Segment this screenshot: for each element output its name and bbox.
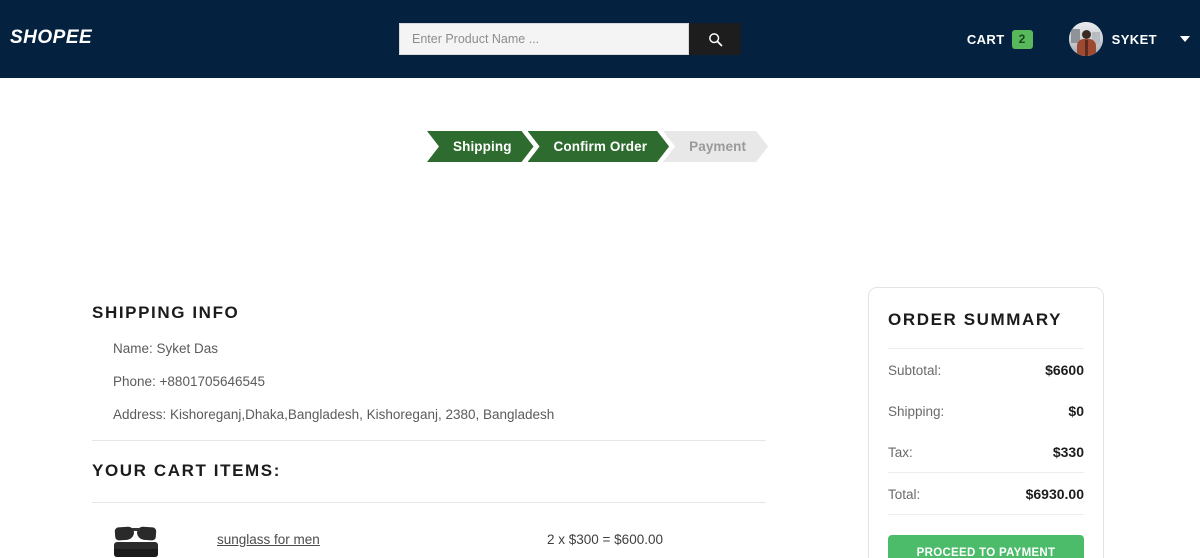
summary-value: $6600 (1045, 362, 1084, 378)
search-button[interactable] (689, 23, 741, 55)
summary-total-value: $6930.00 (1025, 486, 1084, 502)
summary-row-subtotal: Subtotal: $6600 (888, 349, 1084, 390)
shipping-info-title: SHIPPING INFO (92, 303, 240, 322)
order-summary-title: ORDER SUMMARY (888, 310, 1063, 329)
cart-item-price: 2 x $300 = $600.00 (547, 531, 663, 547)
cart-item-name[interactable]: sunglass for men (217, 532, 547, 547)
step-shipping-label: Shipping (453, 139, 512, 154)
cart-count-badge: 2 (1011, 29, 1033, 49)
summary-label: Shipping: (888, 404, 945, 419)
avatar (1068, 22, 1103, 56)
search-icon (708, 32, 723, 47)
shipping-name: Name: Syket Das (113, 341, 219, 356)
cart-items-title-wrap: YOUR CART ITEMS: (92, 461, 766, 481)
divider (92, 440, 766, 441)
summary-total-label: Total: (888, 487, 921, 502)
summary-row-tax: Tax: $330 (888, 431, 1084, 472)
header-right-group: CART 2 SYKET (967, 0, 1190, 78)
shipping-address: Address: Kishoreganj,Dhaka,Bangladesh, K… (113, 407, 555, 422)
summary-label: Tax: (888, 445, 913, 460)
step-shipping[interactable]: Shipping (427, 131, 534, 162)
summary-value: $0 (1068, 403, 1084, 419)
sunglasses-thumbnail (104, 516, 168, 558)
step-confirm-order[interactable]: Confirm Order (528, 131, 670, 162)
checkout-steps: Shipping Confirm Order Payment (427, 131, 762, 162)
site-logo[interactable]: SHOPEE (10, 27, 92, 49)
summary-value: $330 (1052, 444, 1084, 460)
chevron-down-icon[interactable] (1180, 36, 1190, 42)
search-input[interactable] (399, 23, 689, 55)
search-bar (399, 23, 741, 55)
proceed-to-payment-button[interactable]: PROCEED TO PAYMENT (888, 535, 1084, 558)
site-header: SHOPEE CART 2 SYKET (0, 0, 1200, 78)
summary-label: Subtotal: (888, 363, 942, 378)
shipping-phone: Phone: +8801705646545 (113, 374, 266, 389)
summary-row-total: Total: $6930.00 (888, 473, 1084, 514)
summary-row-shipping: Shipping: $0 (888, 390, 1084, 431)
cart-label: CART (966, 31, 1005, 47)
user-name: SYKET (1111, 31, 1157, 47)
step-confirm-order-label: Confirm Order (553, 139, 648, 154)
checkout-left-column: SHIPPING INFO Name: Syket Das Phone: +88… (92, 303, 766, 558)
step-payment-label: Payment (689, 139, 747, 154)
shipping-info-list: Name: Syket Das Phone: +8801705646545 Ad… (92, 341, 766, 422)
order-summary-card: ORDER SUMMARY Subtotal: $6600 Shipping: … (868, 287, 1104, 558)
table-row: sunglass for men 2 x $300 = $600.00 (92, 503, 766, 558)
divider (888, 514, 1084, 515)
cart-items-title: YOUR CART ITEMS: (92, 461, 281, 480)
user-menu[interactable]: SYKET (1068, 22, 1190, 56)
step-payment[interactable]: Payment (663, 131, 768, 162)
cart-link[interactable]: CART 2 (966, 29, 1033, 49)
